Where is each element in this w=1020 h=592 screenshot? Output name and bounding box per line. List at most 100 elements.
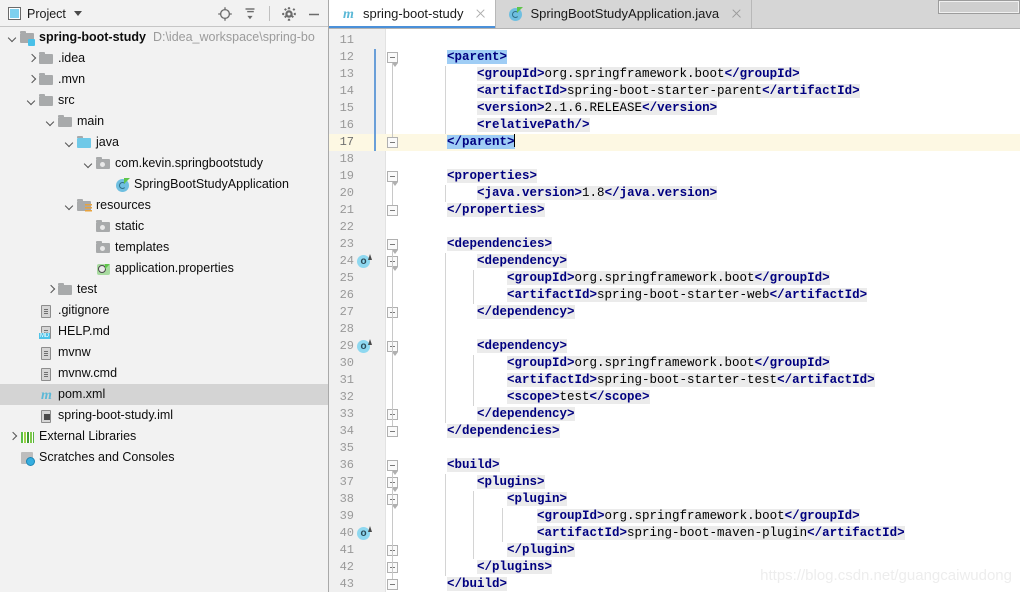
code-line[interactable]: 31 <artifactId>spring-boot-starter-test<… <box>329 372 1020 389</box>
code-line[interactable]: 13 <groupId>org.springframework.boot</gr… <box>329 66 1020 83</box>
tree-item-main[interactable]: main <box>0 111 328 132</box>
fold-marker[interactable] <box>387 460 398 475</box>
collapse-all-icon[interactable] <box>242 6 258 22</box>
scrollbar-thumb[interactable] <box>940 2 1018 12</box>
project-tree[interactable]: spring-boot-study D:\idea_workspace\sprin… <box>0 27 328 592</box>
horizontal-scrollbar[interactable] <box>938 0 1020 14</box>
code-line[interactable]: 34 </dependencies> <box>329 423 1020 440</box>
tree-item-pom-xml[interactable]: m pom.xml <box>0 384 328 405</box>
code-line[interactable]: 40 <artifactId>spring-boot-maven-plugin<… <box>329 525 1020 542</box>
code-line[interactable]: 36 <build> <box>329 457 1020 474</box>
indent-guide <box>445 253 447 423</box>
locate-icon[interactable] <box>217 6 233 22</box>
tree-item-label: pom.xml <box>58 387 106 401</box>
tree-item-external-libraries[interactable]: External Libraries <box>0 426 328 447</box>
code-line[interactable]: 15 <version>2.1.6.RELEASE</version> <box>329 100 1020 117</box>
code-line[interactable]: 27 </dependency> <box>329 304 1020 321</box>
fold-marker[interactable] <box>387 137 398 148</box>
code-line[interactable]: 23 <dependencies> <box>329 236 1020 253</box>
editor-tab-bar[interactable]: m spring-boot-study SpringBootStudyApplica… <box>329 0 1020 29</box>
tree-toggle-spacer <box>25 409 38 422</box>
tree-item-mvnw-cmd[interactable]: mvnw.cmd <box>0 363 328 384</box>
fold-marker[interactable] <box>387 579 398 590</box>
fold-marker[interactable] <box>387 239 398 254</box>
code-line[interactable]: 26 <artifactId>spring-boot-starter-web</… <box>329 287 1020 304</box>
tree-item-src[interactable]: src <box>0 90 328 111</box>
maven-dependency-gutter-icon[interactable] <box>357 254 372 269</box>
chevron-down-icon[interactable] <box>73 11 82 16</box>
tree-item-templates[interactable]: templates <box>0 237 328 258</box>
code-line[interactable]: 14 <artifactId>spring-boot-starter-paren… <box>329 83 1020 100</box>
code-line[interactable]: 38 <plugin> <box>329 491 1020 508</box>
fold-marker[interactable] <box>387 205 398 216</box>
code-line[interactable]: 17 </parent> <box>329 134 1020 151</box>
code-line[interactable]: 12 <parent> <box>329 49 1020 66</box>
code-lines[interactable]: 11 12 <parent> 13 <groupId>org.springframe… <box>329 29 1020 592</box>
chevron-right-icon[interactable] <box>44 283 57 296</box>
maven-dependency-gutter-icon[interactable] <box>357 526 372 541</box>
code-line[interactable]: 29 <dependency> <box>329 338 1020 355</box>
chevron-down-icon[interactable] <box>63 199 76 212</box>
tree-item-application-properties[interactable]: application.properties <box>0 258 328 279</box>
fold-marker[interactable] <box>387 171 398 186</box>
xml-tag: </artifactId> <box>807 526 905 540</box>
code-line[interactable]: 43 </build> <box>329 576 1020 592</box>
code-editor[interactable]: 11 12 <parent> 13 <groupId>org.springframe… <box>329 29 1020 592</box>
gear-icon[interactable] <box>281 6 297 22</box>
chevron-down-icon[interactable] <box>25 94 38 107</box>
code-line[interactable]: 35 <box>329 440 1020 457</box>
code-line[interactable]: 24 <dependency> <box>329 253 1020 270</box>
fold-marker[interactable] <box>387 426 398 437</box>
tree-item-idea[interactable]: .idea <box>0 48 328 69</box>
code-line[interactable]: 39 <groupId>org.springframework.boot</gr… <box>329 508 1020 525</box>
fold-marker[interactable] <box>387 52 398 67</box>
code-line[interactable]: 20 <java.version>1.8</java.version> <box>329 185 1020 202</box>
code-line[interactable]: 19 <properties> <box>329 168 1020 185</box>
tree-item-scratches-and-consoles[interactable]: Scratches and Consoles <box>0 447 328 468</box>
tree-item-gitignore[interactable]: .gitignore <box>0 300 328 321</box>
tree-item-static[interactable]: static <box>0 216 328 237</box>
close-icon[interactable] <box>731 8 742 19</box>
tree-item-java[interactable]: java <box>0 132 328 153</box>
chevron-down-icon[interactable] <box>6 31 19 44</box>
editor-tab-1[interactable]: m spring-boot-study <box>329 0 497 28</box>
tree-item-test[interactable]: test <box>0 279 328 300</box>
code-line[interactable]: 22 <box>329 219 1020 236</box>
code-line[interactable]: 33 </dependency> <box>329 406 1020 423</box>
tree-item-com-kevin-springbootstudy[interactable]: com.kevin.springbootstudy <box>0 153 328 174</box>
code-line[interactable]: 28 <box>329 321 1020 338</box>
tree-item-springbootstudyapplication[interactable]: SpringBootStudyApplication <box>0 174 328 195</box>
code-line[interactable]: 30 <groupId>org.springframework.boot</gr… <box>329 355 1020 372</box>
tree-item-mvnw[interactable]: mvnw <box>0 342 328 363</box>
vcs-change-marker[interactable] <box>374 49 376 151</box>
tree-item-path: D:\idea_workspace\spring-bo <box>152 30 315 44</box>
project-panel-title-group[interactable]: Project <box>8 0 82 27</box>
chevron-right-icon[interactable] <box>6 430 19 443</box>
code-line[interactable]: 11 <box>329 32 1020 49</box>
tree-item-help-md[interactable]: MD HELP.md <box>0 321 328 342</box>
chevron-down-icon[interactable] <box>44 115 57 128</box>
minimize-icon[interactable] <box>306 6 322 22</box>
close-icon[interactable] <box>475 8 486 19</box>
editor-tab-2[interactable]: SpringBootStudyApplication.java <box>496 0 753 28</box>
chevron-right-icon[interactable] <box>25 52 38 65</box>
code-line[interactable]: 42 </plugins> <box>329 559 1020 576</box>
code-line[interactable]: 37 <plugins> <box>329 474 1020 491</box>
external-libraries-icon <box>19 429 35 445</box>
code-line[interactable]: 32 <scope>test</scope> <box>329 389 1020 406</box>
code-line[interactable]: 21 </properties> <box>329 202 1020 219</box>
chevron-down-icon[interactable] <box>82 157 95 170</box>
chevron-right-icon[interactable] <box>25 73 38 86</box>
tree-item-mvn[interactable]: .mvn <box>0 69 328 90</box>
chevron-down-icon[interactable] <box>63 136 76 149</box>
code-line[interactable]: 16 <relativePath/> <box>329 117 1020 134</box>
resources-folder-icon <box>76 198 92 214</box>
tree-item-spring-boot-study-iml[interactable]: spring-boot-study.iml <box>0 405 328 426</box>
code-line[interactable]: 18 <box>329 151 1020 168</box>
tree-item-resources[interactable]: resources <box>0 195 328 216</box>
code-line[interactable]: 25 <groupId>org.springframework.boot</gr… <box>329 270 1020 287</box>
tree-item-spring-boot-study[interactable]: spring-boot-study D:\idea_workspace\sprin… <box>0 27 328 48</box>
line-number: 11 <box>339 33 354 47</box>
code-line[interactable]: 41 </plugin> <box>329 542 1020 559</box>
maven-dependency-gutter-icon[interactable] <box>357 339 372 354</box>
